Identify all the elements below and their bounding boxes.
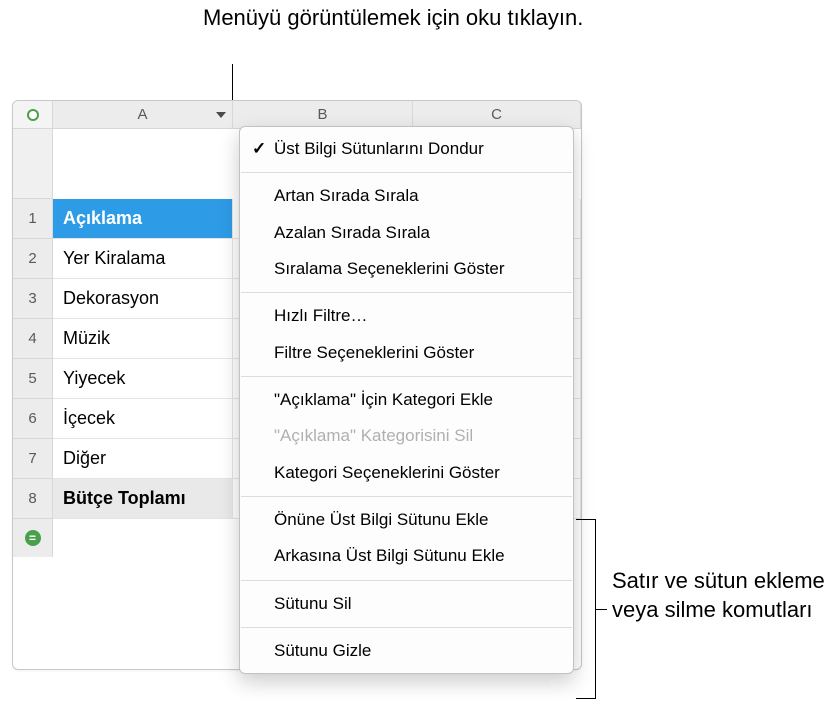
menu-item[interactable]: Hızlı Filtre… (240, 298, 573, 334)
menu-item[interactable]: "Açıklama" İçin Kategori Ekle (240, 382, 573, 418)
column-header-row: A B C (53, 101, 581, 129)
menu-divider (241, 580, 572, 581)
cell[interactable]: Diğer (53, 439, 233, 478)
row-header[interactable]: 2 (13, 239, 52, 279)
select-all-corner[interactable] (13, 101, 53, 129)
menu-divider (241, 376, 572, 377)
menu-item[interactable]: Azalan Sırada Sırala (240, 215, 573, 251)
callout-top: Menüyü görüntülemek için oku tıklayın. (203, 4, 583, 33)
menu-divider (241, 292, 572, 293)
row-header[interactable]: 1 (13, 199, 52, 239)
menu-item[interactable]: Sütunu Sil (240, 586, 573, 622)
callout-bracket (576, 519, 596, 699)
add-row-button[interactable]: = (13, 519, 52, 557)
column-header-a[interactable]: A (53, 101, 233, 128)
row-header-spacer (13, 129, 52, 199)
row-header[interactable]: 4 (13, 319, 52, 359)
cell[interactable]: Yer Kiralama (53, 239, 233, 278)
menu-item[interactable]: Üst Bilgi Sütunlarını Dondur (240, 131, 573, 167)
menu-divider (241, 627, 572, 628)
menu-item[interactable]: Artan Sırada Sırala (240, 178, 573, 214)
row-header[interactable]: 5 (13, 359, 52, 399)
menu-item[interactable]: Sıralama Seçeneklerini Göster (240, 251, 573, 287)
cell[interactable]: Müzik (53, 319, 233, 358)
menu-item[interactable]: Kategori Seçeneklerini Göster (240, 455, 573, 491)
column-label: C (491, 106, 502, 123)
column-header-c[interactable]: C (413, 101, 581, 128)
menu-divider (241, 496, 572, 497)
callout-right: Satır ve sütun ekleme veya silme komutla… (612, 567, 836, 624)
callout-line-top (232, 64, 233, 104)
cell[interactable]: Bütçe Toplamı (53, 479, 233, 518)
row-header[interactable]: 3 (13, 279, 52, 319)
cell[interactable]: Yiyecek (53, 359, 233, 398)
row-header[interactable]: 8 (13, 479, 52, 519)
cell[interactable]: İçecek (53, 399, 233, 438)
menu-item[interactable]: Filtre Seçeneklerini Göster (240, 335, 573, 371)
menu-divider (241, 172, 572, 173)
column-label: B (317, 106, 327, 123)
plus-icon: = (25, 530, 41, 546)
menu-item: "Açıklama" Kategorisini Sil (240, 418, 573, 454)
menu-item[interactable]: Önüne Üst Bilgi Sütunu Ekle (240, 502, 573, 538)
column-label: A (137, 106, 147, 123)
column-header-b[interactable]: B (233, 101, 413, 128)
menu-item[interactable]: Arkasına Üst Bilgi Sütunu Ekle (240, 538, 573, 574)
table-origin-icon (27, 109, 39, 121)
row-header-column: 1 2 3 4 5 6 7 8 = (13, 129, 53, 557)
menu-item[interactable]: Sütunu Gizle (240, 633, 573, 669)
chevron-down-icon[interactable] (216, 112, 226, 118)
row-header[interactable]: 6 (13, 399, 52, 439)
cell[interactable]: Dekorasyon (53, 279, 233, 318)
row-header[interactable]: 7 (13, 439, 52, 479)
cell[interactable]: Açıklama (53, 199, 233, 238)
column-context-menu: Üst Bilgi Sütunlarını Dondur Artan Sırada… (239, 126, 574, 674)
